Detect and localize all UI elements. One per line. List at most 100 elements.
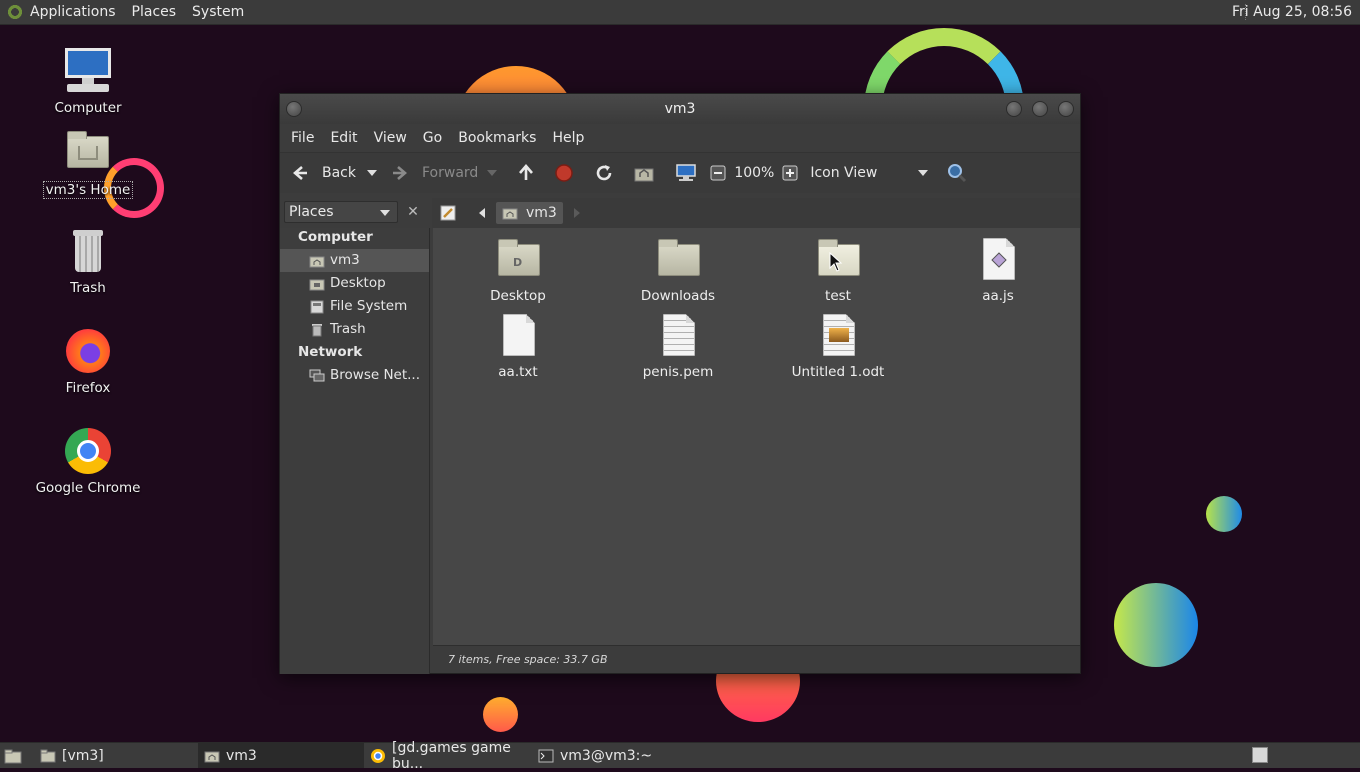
menu-places[interactable]: Places (132, 4, 177, 20)
menu-help[interactable]: Help (544, 130, 592, 146)
desktop-folder-icon: D (494, 236, 542, 284)
certificate-file-icon (654, 312, 702, 360)
close-button[interactable] (1058, 101, 1074, 117)
window-title: vm3 (664, 101, 696, 117)
zoom-out-icon[interactable] (708, 163, 728, 183)
stop-icon[interactable] (554, 163, 574, 183)
task-chrome[interactable]: [gd.games game bu... (364, 740, 532, 772)
up-arrow-icon[interactable] (516, 163, 536, 183)
javascript-file-icon (974, 236, 1022, 284)
places-select[interactable]: Places (284, 201, 398, 223)
back-history-dropdown[interactable] (362, 163, 382, 183)
window-titlebar[interactable]: vm3 (280, 94, 1080, 124)
wallpaper-small-blue-circle (1206, 496, 1242, 532)
desktop-icon-trash[interactable]: Trash (28, 226, 148, 296)
sidebar-item-trash[interactable]: Trash (280, 318, 429, 341)
forward-button[interactable]: Forward (390, 163, 478, 183)
task-file-manager-vm3[interactable]: vm3 (198, 743, 364, 768)
document-file-icon (814, 312, 862, 360)
file-manager-window: vm3 File Edit View Go Bookmarks Help Bac… (279, 93, 1081, 674)
show-desktop-icon[interactable] (4, 747, 22, 765)
minimize-button[interactable] (1006, 101, 1022, 117)
home-folder-icon (502, 208, 518, 220)
network-icon (308, 367, 326, 385)
file-item-penis-pem[interactable]: penis.pem (623, 312, 733, 380)
menu-applications[interactable]: Applications (30, 4, 116, 20)
menu-system[interactable]: System (192, 4, 244, 20)
zoom-level: 100% (734, 165, 775, 181)
clock[interactable]: Fri Aug 25, 08:56 (1232, 4, 1352, 20)
file-item-aa-js[interactable]: aa.js (943, 236, 1053, 304)
chevron-down-icon (380, 210, 390, 216)
workspace-switcher[interactable] (1252, 747, 1268, 763)
path-scroll-right-icon[interactable] (567, 203, 587, 223)
edit-location-icon[interactable] (438, 203, 458, 223)
forward-history-dropdown[interactable] (482, 163, 502, 183)
desktop-folder-icon (308, 275, 326, 293)
back-arrow-icon (290, 163, 310, 183)
top-panel: Applications Places System Fri Aug 25, 0… (0, 0, 1360, 25)
mouse-cursor-icon (829, 252, 843, 272)
bottom-panel: [vm3] vm3 [gd.games game bu... vm3@vm3:~ (0, 740, 1360, 772)
home-folder-icon (204, 748, 220, 764)
home-folder-icon (308, 252, 326, 270)
menu-edit[interactable]: Edit (322, 130, 365, 146)
home-folder-icon (63, 128, 113, 178)
text-file-icon (494, 312, 542, 360)
reload-icon[interactable] (594, 163, 614, 183)
chevron-down-icon (913, 163, 933, 183)
file-item-downloads[interactable]: Downloads (623, 236, 733, 304)
desktop-icon-firefox[interactable]: Firefox (28, 326, 148, 396)
menu-bar: File Edit View Go Bookmarks Help (280, 124, 1080, 152)
sidebar-item-file-system[interactable]: File System (280, 295, 429, 318)
sidebar-header: Places ✕ (280, 198, 430, 228)
path-segment-vm3[interactable]: vm3 (496, 202, 563, 224)
view-mode-select[interactable]: Icon View (810, 163, 933, 183)
folder-icon (40, 748, 56, 764)
toolbar: Back Forward 100% Icon View (280, 152, 1080, 193)
file-item-desktop[interactable]: D Desktop (463, 236, 573, 304)
menu-go[interactable]: Go (415, 130, 450, 146)
window-menu-button[interactable] (286, 101, 302, 117)
desktop-icon-computer[interactable]: Computer (28, 46, 148, 116)
sidebar-section-computer: Computer (298, 229, 373, 245)
back-button[interactable]: Back (290, 163, 356, 183)
status-bar: 7 items, Free space: 33.7 GB (433, 645, 1080, 673)
desktop-icon-chrome[interactable]: Google Chrome (28, 426, 148, 496)
terminal-icon (538, 748, 554, 764)
trash-icon (308, 321, 326, 339)
desktop-icon-home[interactable]: vm3's Home (28, 128, 148, 199)
search-icon[interactable] (947, 163, 967, 183)
task-terminal[interactable]: vm3@vm3:~ (532, 743, 692, 768)
sidebar-section-network: Network (298, 344, 363, 360)
chrome-icon (63, 426, 113, 476)
file-item-aa-txt[interactable]: aa.txt (463, 312, 573, 380)
file-item-untitled-odt[interactable]: Untitled 1.odt (783, 312, 893, 380)
menu-file[interactable]: File (283, 130, 322, 146)
task-folder-vm3[interactable]: [vm3] (34, 743, 198, 768)
menu-bookmarks[interactable]: Bookmarks (450, 130, 544, 146)
path-scroll-left-icon[interactable] (472, 203, 492, 223)
sidebar-item-desktop[interactable]: Desktop (280, 272, 429, 295)
sidebar-item-browse-network[interactable]: Browse Net... (280, 364, 429, 387)
chrome-icon (370, 748, 386, 764)
path-bar: vm3 (432, 198, 1080, 228)
drive-icon (308, 298, 326, 316)
wallpaper-small-orange-circle (483, 697, 518, 732)
folder-icon (654, 236, 702, 284)
zoom-in-icon[interactable] (780, 163, 800, 183)
wallpaper-large-blue-circle (1114, 583, 1198, 667)
firefox-icon (63, 326, 113, 376)
menu-view[interactable]: View (366, 130, 415, 146)
forward-arrow-icon (390, 163, 410, 183)
trash-icon (63, 226, 113, 276)
sidebar-close-button[interactable]: ✕ (402, 201, 424, 223)
sidebar-item-vm3[interactable]: vm3 (280, 249, 429, 272)
distro-logo-icon[interactable] (6, 3, 24, 21)
computer-icon (63, 46, 113, 96)
maximize-button[interactable] (1032, 101, 1048, 117)
places-sidebar: Computer vm3 Desktop File System Trash N (280, 228, 430, 674)
computer-icon[interactable] (676, 163, 697, 183)
home-icon[interactable] (634, 163, 654, 183)
file-icon-view[interactable]: D Desktop Downloads test aa.js aa.txt pe… (433, 228, 1080, 646)
